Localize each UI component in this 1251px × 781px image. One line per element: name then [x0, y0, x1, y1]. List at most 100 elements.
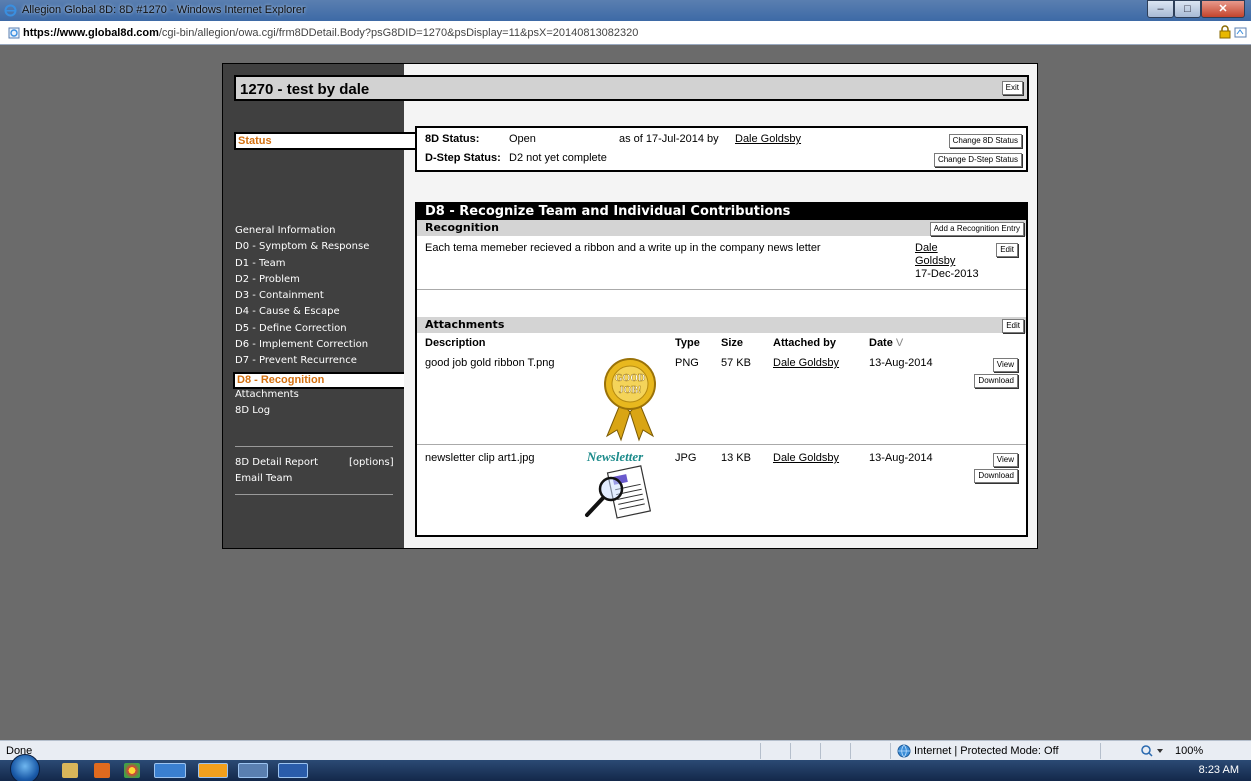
nav-item-d1[interactable]: D1 - Team: [235, 258, 417, 274]
word-icon[interactable]: [278, 763, 308, 778]
zoom-level[interactable]: 100%: [1175, 745, 1203, 757]
recognition-text: Each tema memeber recieved a ribbon and …: [425, 242, 821, 254]
col-date-label: Date: [869, 337, 893, 349]
attachment-user-link[interactable]: Dale Goldsby: [773, 357, 839, 369]
download-button[interactable]: Download: [974, 374, 1018, 388]
view-button[interactable]: View: [992, 453, 1018, 467]
window-titlebar: Allegion Global 8D: 8D #1270 - Windows I…: [0, 0, 1251, 21]
add-recognition-button[interactable]: Add a Recognition Entry: [929, 222, 1024, 236]
nav-item-d0[interactable]: D0 - Symptom & Response: [235, 241, 417, 257]
nav-list: General Information D0 - Symptom & Respo…: [233, 225, 417, 421]
nav-item-d2[interactable]: D2 - Problem: [235, 274, 417, 290]
status-separator: [790, 743, 791, 759]
attachment-description: newsletter clip art1.jpg: [425, 452, 535, 464]
nav-email-team[interactable]: Email Team: [235, 473, 292, 484]
nav-item-attachments[interactable]: Attachments: [235, 389, 417, 405]
status-separator: [760, 743, 761, 759]
security-zone-text[interactable]: Internet | Protected Mode: Off: [914, 745, 1059, 757]
download-button[interactable]: Download: [974, 469, 1018, 483]
status-separator: [820, 743, 821, 759]
compatibility-view-icon[interactable]: [1234, 26, 1247, 39]
status-tab-label: Status: [238, 135, 272, 147]
dstep-value: D2 not yet complete: [509, 152, 607, 164]
minimize-button[interactable]: –: [1147, 0, 1174, 18]
page-icon: [8, 27, 20, 39]
explorer-icon[interactable]: [62, 763, 78, 778]
window-title: Allegion Global 8D: 8D #1270 - Windows I…: [22, 4, 306, 16]
status-separator: [890, 743, 891, 759]
nav-divider: [235, 446, 393, 447]
attachment-user-link[interactable]: Dale Goldsby: [773, 452, 839, 464]
col-description: Description: [425, 337, 486, 349]
attachment-size: 13 KB: [721, 452, 751, 464]
internet-explorer-icon[interactable]: [154, 763, 186, 778]
powerpoint-icon[interactable]: [198, 763, 228, 778]
zoom-icon[interactable]: [1140, 744, 1164, 758]
lock-icon[interactable]: [1219, 25, 1231, 39]
ribbon-text-good: GOOD: [615, 373, 646, 384]
recognition-header-label: Recognition: [425, 221, 499, 234]
status-value: Open: [509, 133, 536, 145]
attachments-header-label: Attachments: [425, 318, 505, 331]
page-title: 1270 - test by dale: [240, 81, 370, 98]
nav-report-options[interactable]: [options]: [349, 457, 394, 468]
attachment-type: JPG: [675, 452, 697, 464]
recognition-edit-button[interactable]: Edit: [996, 243, 1018, 257]
d8-panel: D8 - Recognize Team and Individual Contr…: [415, 202, 1028, 537]
ie-icon: [4, 4, 17, 17]
change-8d-status-button[interactable]: Change 8D Status: [948, 134, 1022, 148]
lync-icon[interactable]: [238, 763, 268, 778]
ribbon-text-job: JOB!: [619, 385, 642, 396]
nav-item-general-information[interactable]: General Information: [235, 225, 417, 241]
status-user-link[interactable]: Dale Goldsby: [735, 133, 801, 145]
close-button[interactable]: ✕: [1201, 0, 1245, 18]
windows-taskbar: 8:23 AM: [0, 754, 1251, 781]
d8-title: D8 - Recognize Team and Individual Contr…: [417, 204, 1026, 220]
start-button[interactable]: [10, 754, 40, 781]
status-separator: [850, 743, 851, 759]
recognition-row: Each tema memeber recieved a ribbon and …: [417, 237, 1026, 290]
window-controls: – □ ✕: [1147, 0, 1245, 19]
app-frame: General Information D0 - Symptom & Respo…: [222, 63, 1038, 549]
attachment-date: 13-Aug-2014: [869, 357, 933, 369]
recognition-date: 17-Dec-2013: [915, 268, 979, 280]
outlook-icon[interactable]: [94, 763, 110, 778]
view-button[interactable]: View: [992, 358, 1018, 372]
newsletter-thumbnail[interactable]: Newsletter: [571, 449, 661, 531]
attachment-description: good job gold ribbon T.png: [425, 357, 555, 369]
status-label: 8D Status:: [425, 133, 480, 145]
status-panel: 8D Status: Open as of 17-Jul-2014 by Dal…: [415, 126, 1028, 172]
attachment-type: PNG: [675, 357, 699, 369]
gold-ribbon-thumbnail[interactable]: GOOD JOB!: [597, 356, 663, 442]
clip-text-newsletter: Newsletter: [586, 449, 644, 464]
recognition-header: Recognition Add a Recognition Entry: [417, 220, 1026, 236]
globe-icon: [897, 744, 911, 758]
status-tab: Status: [234, 132, 421, 150]
sort-indicator-icon[interactable]: V: [896, 337, 903, 349]
nav-item-d4[interactable]: D4 - Cause & Escape: [235, 306, 417, 322]
status-as-of: as of 17-Jul-2014 by: [619, 133, 719, 145]
col-type: Type: [675, 337, 700, 349]
chrome-icon[interactable]: [124, 763, 140, 778]
nav-item-8d-log[interactable]: 8D Log: [235, 405, 417, 421]
col-date[interactable]: Date V: [869, 337, 903, 349]
recognition-user-first[interactable]: Dale: [915, 242, 938, 254]
nav-item-d3[interactable]: D3 - Containment: [235, 290, 417, 306]
dstep-label: D-Step Status:: [425, 152, 501, 164]
recognition-user-last[interactable]: Goldsby: [915, 255, 955, 267]
nav-item-d5[interactable]: D5 - Define Correction: [235, 323, 417, 339]
maximize-button[interactable]: □: [1174, 0, 1201, 18]
attachments-header: Attachments Edit: [417, 317, 1026, 333]
url-text[interactable]: https://www.global8d.com/cgi-bin/allegio…: [23, 27, 638, 39]
system-clock[interactable]: 8:23 AM: [1199, 764, 1239, 776]
col-size: Size: [721, 337, 744, 349]
nav-item-d8-active[interactable]: D8 - Recognition: [233, 371, 415, 389]
nav-detail-report[interactable]: 8D Detail Report: [235, 457, 318, 468]
exit-button[interactable]: Exit: [1001, 81, 1023, 95]
nav-item-d6[interactable]: D6 - Implement Correction: [235, 339, 417, 355]
nav-item-d7[interactable]: D7 - Prevent Recurrence: [235, 355, 417, 371]
attachments-edit-button[interactable]: Edit: [1002, 319, 1024, 333]
address-bar[interactable]: https://www.global8d.com/cgi-bin/allegio…: [0, 21, 1251, 45]
attachment-size: 57 KB: [721, 357, 751, 369]
change-dstep-status-button[interactable]: Change D-Step Status: [933, 153, 1022, 167]
